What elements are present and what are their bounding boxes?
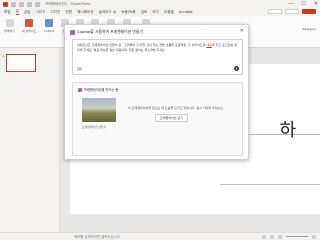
save-icon[interactable] [19,1,24,7]
tab-design[interactable]: 디자인 [50,10,60,15]
minimize-button[interactable]: — [288,1,293,7]
tab-home[interactable]: 홈 [15,9,19,15]
tab-record[interactable]: 녹음/녹화 [121,10,135,15]
tab-insert[interactable]: 삽입 [24,10,31,15]
slide-thumbnail-pane: 1 [0,48,60,232]
close-window-button[interactable]: ✕ [314,1,318,7]
tab-file[interactable]: 파일 [4,10,11,15]
result-header: 프레젠테이션을 만드는 중 [78,87,118,92]
result-title: 프레젠테이션을 만드는 중 [84,88,119,92]
window-controls: — ☐ ✕ [288,1,318,7]
view-presentation-button[interactable]: 프레젠테이션 보기 [155,114,189,122]
preview-image [82,98,116,122]
maximize-button[interactable]: ☐ [301,1,305,7]
arrow-up-icon: ↑ [235,66,238,71]
record-button[interactable] [285,9,299,14]
title-bar: 프레젠테이션1 - PowerPoint — ☐ ✕ [0,0,320,8]
zoom-slider[interactable] [286,236,308,237]
prompt-box[interactable]: 파워포인트 프레젠테이션 만들어 줘 · 고려해야 할 만한 것이 있는 전체 … [72,39,243,75]
undo-icon[interactable] [27,1,32,7]
autosave-toggle[interactable] [11,1,16,7]
redo-icon[interactable] [35,1,40,7]
ribbon-label: 새 슬라이드 [22,29,37,33]
ribbon-group-paste[interactable]: 붙여넣기 [4,19,15,44]
send-button[interactable]: ↑ [234,66,239,71]
slide-text[interactable]: 하 [279,116,296,142]
close-icon[interactable]: ✕ [240,28,244,34]
notes-placeholder[interactable]: 메모를 입력하려면 클릭하십시오 [74,234,120,239]
tab-transitions[interactable]: 전환 [65,10,72,15]
attach-icon[interactable] [77,67,82,71]
result-description: 이 프레젠테이션을 만드는 데 도움을 드리고 있습니다. 잠시 기다려 주십시… [128,106,225,110]
dialog-header: Copilot을 사용하여 프레젠테이션 만들기 [70,29,143,35]
tab-slideshow[interactable]: 슬라이드 쇼 [99,10,117,15]
tab-acrobat[interactable]: Acrobat [179,10,193,14]
fit-slide-icon[interactable] [312,234,316,239]
result-card: 프레젠테이션을 만드는 중 프레젠테이션 만들기 이 프레젠테이션을 만드는 데… [72,82,243,156]
slide-thumbnail[interactable] [6,54,36,72]
subtitle-placeholder-border [220,184,320,185]
share-button[interactable] [302,9,316,14]
slide-sorter-icon[interactable] [270,234,274,239]
ribbon-label: Copilot [43,29,55,33]
prompt-text[interactable]: 파워포인트 프레젠테이션 만들어 줘 · 고려해야 할 만한 것이 있는 전체 … [77,43,238,53]
status-right [262,234,316,239]
copilot-icon [45,19,54,27]
tab-help[interactable]: 도움말 [164,10,174,15]
designer-label: Designer [302,27,316,31]
comments-button[interactable] [268,9,282,14]
new-slide-icon [25,19,34,27]
prompt-text-part: 파워포인트 프레젠테이션 만들어 줘 · 고려해야 할 만한 것이 있는 전체 … [77,43,207,47]
ribbon-top-actions [268,9,316,14]
ribbon-label: 붙여넣기 [4,29,16,33]
tab-draw[interactable]: 그리기 [36,10,46,15]
ribbon-group-new-slide[interactable]: 새 슬라이드 [22,19,37,44]
copilot-create-dialog: Copilot을 사용하여 프레젠테이션 만들기 ✕ 파워포인트 프레젠테이션 … [64,24,249,160]
ribbon-group-copilot[interactable]: Copilot [43,19,55,44]
preview-caption: 프레젠테이션 만들기 [82,125,107,129]
status-bar: 메모를 입력하려면 클릭하십시오 [0,232,320,240]
slide-number: 1 [2,54,5,58]
dialog-title: Copilot을 사용하여 프레젠테이션 만들기 [77,29,143,34]
copilot-icon [70,29,75,35]
paste-icon [5,19,14,27]
tab-animations[interactable]: 애니메이션 [77,10,94,15]
powerpoint-logo-icon [3,1,8,7]
copilot-icon [78,87,82,92]
reading-view-icon[interactable] [278,234,282,239]
designer-button[interactable]: Designer [303,26,316,31]
normal-view-icon[interactable] [262,234,266,239]
tab-review[interactable]: 검토 [141,10,148,15]
tab-view[interactable]: 보기 [152,10,159,15]
window-title: 프레젠테이션1 - PowerPoint [45,1,91,6]
